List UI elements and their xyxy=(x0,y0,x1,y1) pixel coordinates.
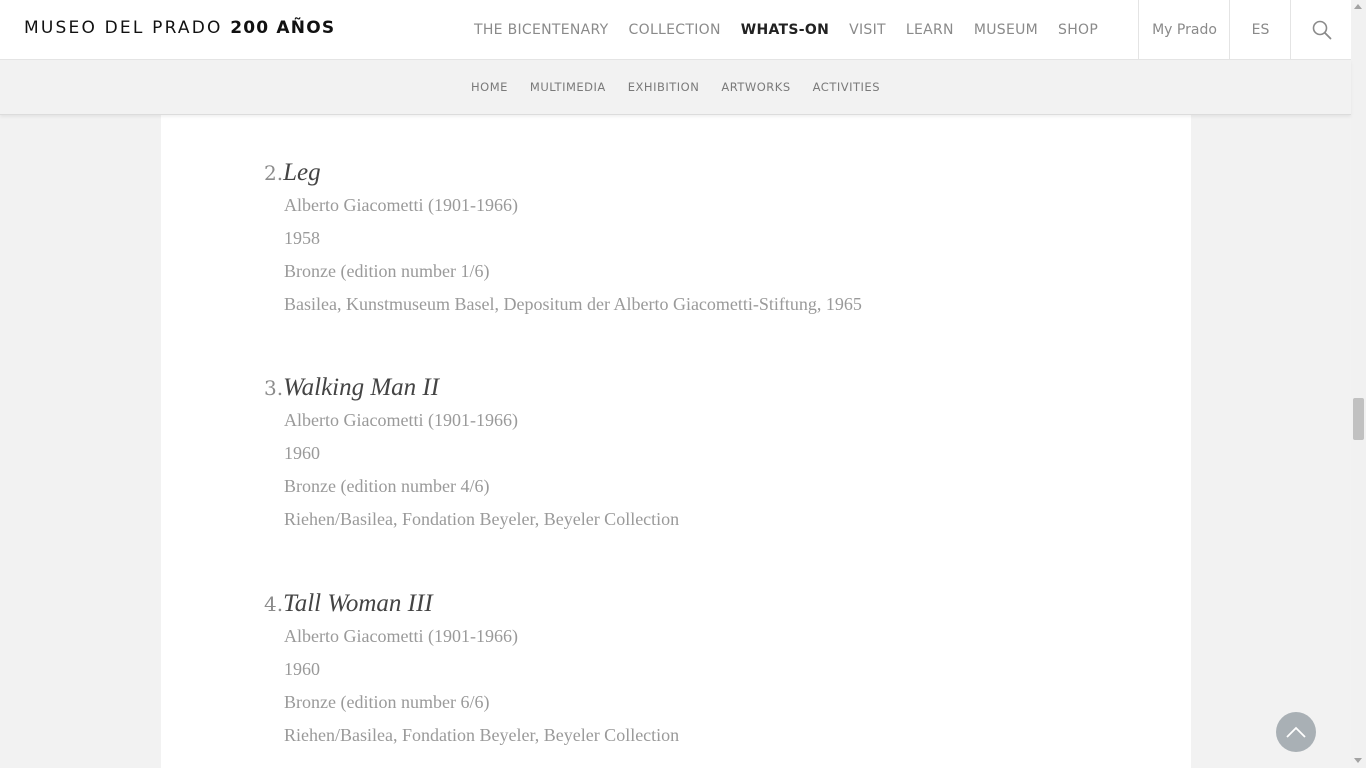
search-icon xyxy=(1312,20,1331,40)
artwork-title: Leg xyxy=(283,159,321,186)
logo-bold-text: 200 AÑOS xyxy=(230,18,336,38)
artwork-heading: 3.Walking Man II xyxy=(264,374,439,402)
nav-item-visit[interactable]: VISIT xyxy=(839,22,896,38)
chevron-up-icon xyxy=(1286,726,1306,738)
subnav-item-home[interactable]: HOME xyxy=(460,80,519,94)
subnav-item-activities[interactable]: ACTIVITIES xyxy=(802,80,891,94)
nav-item-whats-on[interactable]: WHATS-ON xyxy=(731,22,839,38)
artwork-date: 1960 xyxy=(284,443,320,463)
subnav-item-artworks[interactable]: ARTWORKS xyxy=(710,80,801,94)
subnav-item-multimedia[interactable]: MULTIMEDIA xyxy=(519,80,617,94)
artwork-number: 2. xyxy=(264,161,284,185)
nav-item-bicentenary[interactable]: THE BICENTENARY xyxy=(464,22,619,38)
artwork-collection: Riehen/Basilea, Fondation Beyeler, Beyel… xyxy=(284,509,680,529)
my-prado-link[interactable]: My Prado xyxy=(1138,0,1230,60)
scroll-up-arrow-icon[interactable] xyxy=(1354,4,1362,9)
artwork-collection: Riehen/Basilea, Fondation Beyeler, Beyel… xyxy=(284,725,680,745)
artwork-number: 3. xyxy=(264,376,284,400)
artwork-date: 1960 xyxy=(284,659,320,679)
artwork-artist: Alberto Giacometti (1901-1966) xyxy=(284,195,518,215)
scrollbar-thumb[interactable] xyxy=(1353,398,1364,440)
nav-item-learn[interactable]: LEARN xyxy=(896,22,964,38)
main-nav: THE BICENTENARY COLLECTION WHATS-ON VISI… xyxy=(464,0,1108,60)
artwork-medium: Bronze (edition number 1/6) xyxy=(284,261,490,281)
sub-nav: HOME MULTIMEDIA EXHIBITION ARTWORKS ACTI… xyxy=(0,60,1351,115)
artwork-medium: Bronze (edition number 6/6) xyxy=(284,692,490,712)
artwork-heading: 4.Tall Woman III xyxy=(264,590,433,618)
nav-item-collection[interactable]: COLLECTION xyxy=(619,22,731,38)
artwork-date: 1958 xyxy=(284,228,320,248)
scroll-down-arrow-icon[interactable] xyxy=(1354,758,1362,763)
logo-text: MUSEO DEL PRADO xyxy=(24,18,223,38)
subnav-item-exhibition[interactable]: EXHIBITION xyxy=(617,80,711,94)
page-scrollbar[interactable] xyxy=(1351,0,1366,768)
artwork-medium: Bronze (edition number 4/6) xyxy=(284,476,490,496)
artwork-list: 2.Leg Alberto Giacometti (1901-1966) 195… xyxy=(161,115,1191,768)
site-logo[interactable]: MUSEO DEL PRADO 200 AÑOS xyxy=(24,18,335,38)
artwork-title: Tall Woman III xyxy=(283,590,433,617)
nav-item-shop[interactable]: SHOP xyxy=(1048,22,1108,38)
artwork-title: Walking Man II xyxy=(283,374,440,401)
search-button[interactable] xyxy=(1290,0,1352,60)
top-header: MUSEO DEL PRADO 200 AÑOS THE BICENTENARY… xyxy=(0,0,1351,60)
artwork-collection: Basilea, Kunstmuseum Basel, Depositum de… xyxy=(284,294,862,314)
artwork-heading: 2.Leg xyxy=(264,159,321,187)
back-to-top-button[interactable] xyxy=(1276,712,1316,752)
nav-item-museum[interactable]: MUSEUM xyxy=(964,22,1048,38)
language-switch[interactable]: ES xyxy=(1229,0,1291,60)
artwork-artist: Alberto Giacometti (1901-1966) xyxy=(284,410,518,430)
artwork-number: 4. xyxy=(264,592,284,616)
artwork-artist: Alberto Giacometti (1901-1966) xyxy=(284,626,518,646)
